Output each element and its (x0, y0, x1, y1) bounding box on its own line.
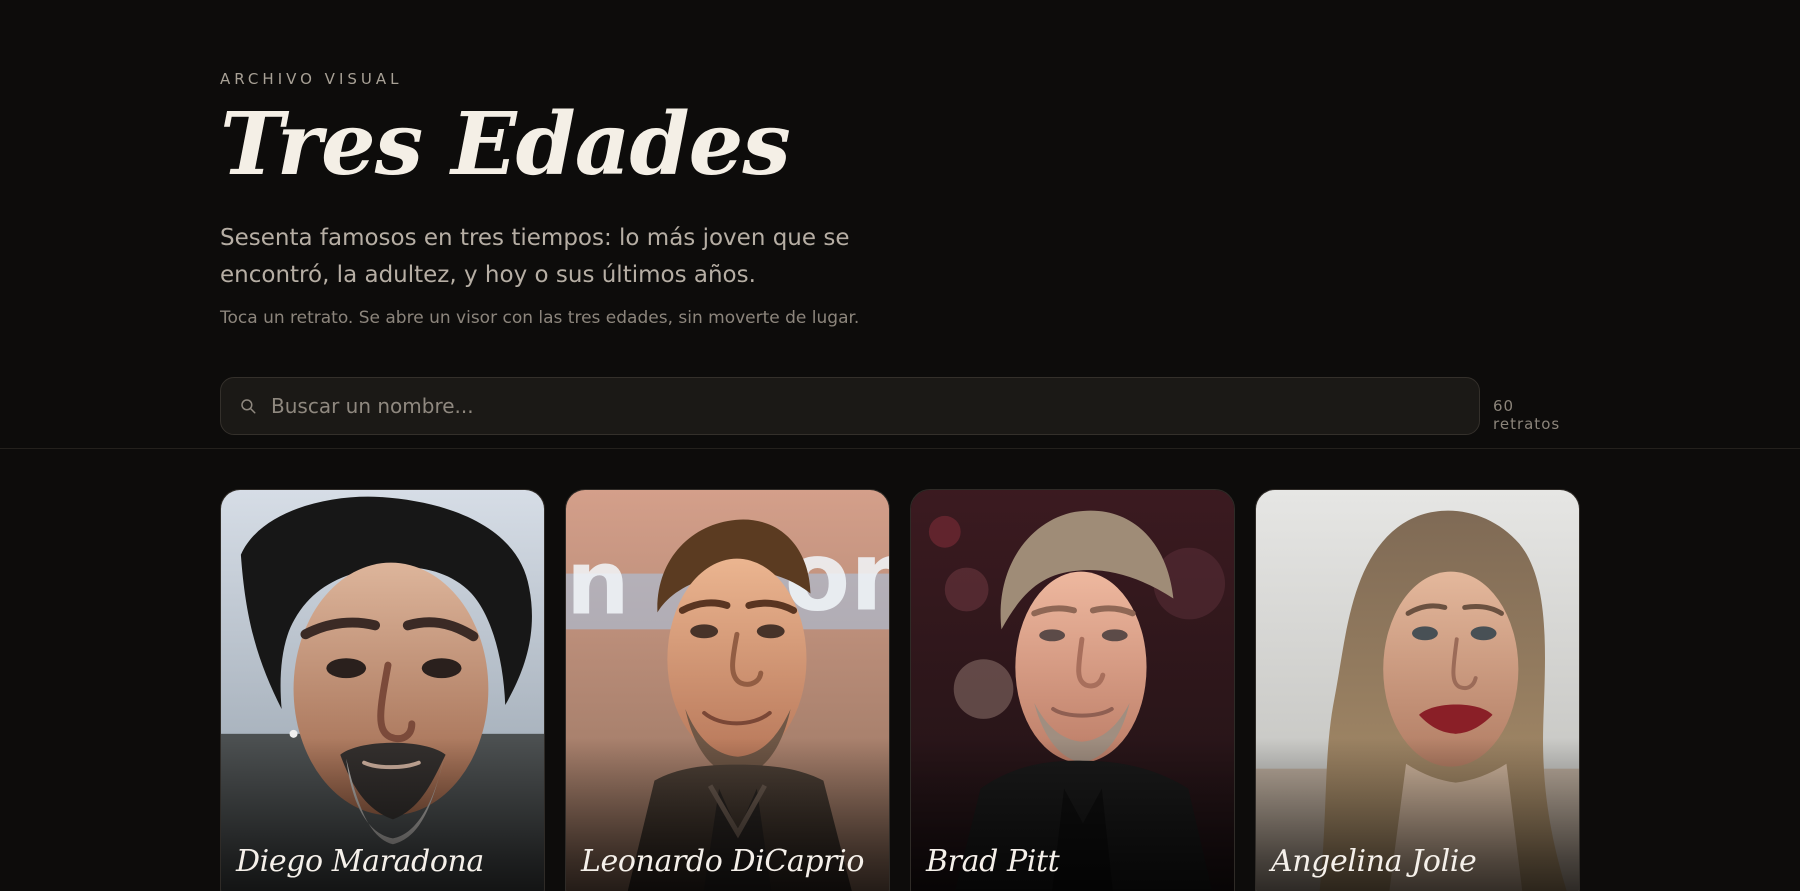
search-input[interactable] (271, 378, 1461, 434)
search-icon (239, 397, 257, 415)
portrait-grid: Diego Maradona n o Leonardo DiCaprio Bra… (220, 489, 1580, 891)
instruction-text: Toca un retrato. Se abre un visor con la… (220, 308, 860, 328)
svg-text:n: n (566, 531, 630, 635)
portrait-card-angelina-jolie[interactable]: Angelina Jolie (1255, 489, 1580, 891)
section-divider (0, 448, 1800, 449)
eyebrow-label: ARCHIVO VISUAL (220, 70, 403, 88)
intro-text: Sesenta famosos en tres tiempos: lo más … (220, 225, 850, 288)
card-name: Leonardo DiCaprio (581, 844, 864, 879)
portrait-card-leonardo-dicaprio[interactable]: n on Leonardo DiCaprio (565, 489, 890, 891)
card-name: Diego Maradona (236, 844, 484, 879)
card-name: Angelina Jolie (1271, 844, 1477, 879)
search-bar[interactable] (220, 377, 1480, 435)
portrait-card-brad-pitt[interactable]: Brad Pitt (910, 489, 1235, 891)
card-name: Brad Pitt (926, 844, 1060, 879)
page-title: Tres Edades (220, 94, 791, 195)
page-header: ARCHIVO VISUAL Tres Edades Sesenta famos… (220, 0, 1580, 448)
gallery-page: ARCHIVO VISUAL Tres Edades Sesenta famos… (0, 0, 1800, 891)
results-count: 60 retratos (1493, 397, 1561, 433)
portrait-card-diego-maradona[interactable]: Diego Maradona (220, 489, 545, 891)
